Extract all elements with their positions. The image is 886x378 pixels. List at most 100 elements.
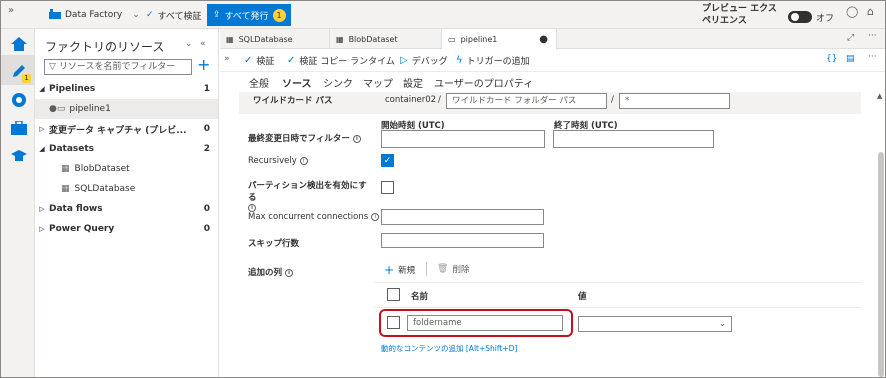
tree-label: Pipelines — [49, 84, 96, 94]
monitor-icon[interactable] — [10, 91, 28, 109]
tree-item-blobdataset[interactable]: ▦ BlobDataset — [35, 159, 218, 179]
check-icon: ✓ — [287, 55, 296, 66]
tree-group-datasets[interactable]: ◢ Datasets 2 — [35, 139, 218, 159]
partition-text: パーティション検出を有効にする — [248, 181, 367, 203]
factory-selector[interactable]: Data Factory ⌄ — [49, 8, 140, 22]
subtab-mapping[interactable]: マップ — [363, 75, 393, 90]
expanded-triangle-icon: ◢ — [39, 85, 45, 93]
dynamic-content-link[interactable]: 動的なコンテンツの追加 [Alt+Shift+D] — [381, 343, 517, 354]
tree-item-pipeline1[interactable]: ●▭ pipeline1 — [35, 99, 218, 119]
select-all-checkbox[interactable] — [387, 288, 400, 301]
more-options-icon[interactable]: ··· — [868, 52, 877, 62]
start-time-input[interactable] — [381, 130, 545, 148]
tree-group-power-query[interactable]: ▷ Power Query 0 — [35, 219, 218, 239]
info-icon[interactable]: i — [248, 204, 256, 212]
app-window: » Data Factory ⌄ ✓ すべて検証 ⇪ すべて発行 1 プレビュー… — [0, 0, 886, 378]
chevron-down-icon: ⌄ — [132, 10, 140, 20]
publish-count-badge: 1 — [272, 8, 286, 22]
code-icon[interactable]: {} — [826, 54, 837, 64]
validate-copy-runtime-button[interactable]: ✓ 検証 コピー ランタイム — [287, 54, 395, 67]
info-icon[interactable]: i — [371, 213, 380, 221]
collapse-panel-icon[interactable]: « — [200, 39, 206, 49]
add-trigger-button[interactable]: ϟ トリガーの追加 — [456, 54, 530, 67]
validate-button[interactable]: ✓ 検証 — [244, 54, 274, 67]
expand-icon[interactable]: ⤢ — [847, 33, 854, 43]
new-column-button[interactable]: + 新規 — [384, 263, 415, 277]
name-column-header: 名前 — [411, 292, 429, 302]
validate-label: 検証 — [256, 57, 275, 67]
end-time-input[interactable] — [553, 130, 714, 148]
skip-rows-input[interactable] — [381, 233, 544, 248]
info-icon[interactable]: i — [299, 157, 308, 165]
preview-toggle[interactable] — [788, 11, 812, 23]
learning-cap-icon[interactable] — [10, 147, 28, 165]
recursively-text: Recursively — [248, 156, 297, 166]
delete-label: 削除 — [452, 265, 470, 275]
collapsed-triangle-icon: ▷ — [39, 225, 45, 233]
tree-group-data-flows[interactable]: ▷ Data flows 0 — [35, 199, 218, 219]
subtab-sink[interactable]: シンク — [323, 75, 353, 90]
tree-count: 0 — [203, 204, 210, 214]
wildcard-folder-input[interactable]: ワイルドカード フォルダー パス — [446, 93, 607, 109]
preview-experience-label: プレビュー エクスペリエンス — [702, 4, 777, 26]
chevron-down-icon: ⌄ — [718, 319, 726, 329]
recursively-checkbox[interactable]: ✓ — [381, 154, 394, 167]
last-modified-text: 最終変更日時でフィルター — [248, 134, 350, 144]
more-options-icon[interactable]: ··· — [868, 31, 877, 41]
pipeline-icon: ●▭ — [49, 104, 66, 114]
resources-title: ファクトリのリソース — [45, 40, 165, 54]
author-badge: 1 — [22, 74, 31, 83]
check-icon: ✓ — [244, 55, 253, 66]
tree-item-sqldatabase[interactable]: ▦ SQLDatabase — [35, 179, 218, 199]
publish-all-button[interactable]: ⇪ すべて発行 1 — [207, 4, 291, 26]
partition-discovery-label: パーティション検出を有効にする i — [248, 179, 373, 213]
info-icon[interactable]: i — [285, 269, 294, 277]
activity-subtabs: 全般 ソース シンク マップ 設定 ユーザーのプロパティ — [220, 72, 885, 94]
subtab-user-properties[interactable]: ユーザーのプロパティ — [434, 75, 533, 90]
vertical-scrollbar[interactable]: ▲ — [876, 92, 885, 377]
properties-icon[interactable]: ▤ — [846, 54, 855, 64]
home-icon[interactable] — [10, 35, 28, 53]
resource-filter-input[interactable]: ▽ リソースを名前でフィルター — [44, 59, 192, 75]
tab-label: pipeline1 — [460, 35, 498, 44]
scrollbar-thumb[interactable] — [878, 152, 884, 377]
validate-all-label: すべて検証 — [157, 11, 202, 22]
manage-toolbox-icon[interactable] — [10, 119, 28, 137]
expand-activities-icon[interactable]: » — [224, 54, 230, 64]
tab-pipeline1[interactable]: ▭ pipeline1 ● — [442, 29, 557, 50]
tab-sqldatabase[interactable]: ▦ SQLDatabase — [220, 29, 330, 49]
value-column-header: 値 — [578, 292, 587, 302]
tree-group-pipelines[interactable]: ◢ Pipelines 1 — [35, 79, 218, 99]
tab-label: SQLDatabase — [238, 34, 293, 44]
wildcard-path-label: ワイルドカード パス — [253, 96, 333, 106]
wildcard-file-input[interactable]: * — [619, 93, 730, 109]
tree-group-change-data-capture[interactable]: ▷ 変更データ キャプチャ (プレビ... 0 — [35, 119, 218, 139]
subtab-settings[interactable]: 設定 — [403, 75, 423, 90]
wildcard-path-row: ワイルドカード パス container02 / ワイルドカード フォルダー パ… — [239, 92, 861, 114]
partition-discovery-checkbox[interactable] — [381, 181, 394, 194]
validate-all-button[interactable]: ✓ すべて検証 — [146, 8, 202, 22]
max-connections-input[interactable] — [381, 209, 544, 225]
info-icon[interactable]: i — [352, 135, 361, 143]
tab-blobdataset[interactable]: ▦ BlobDataset — [330, 29, 442, 49]
plus-icon: + — [384, 263, 395, 277]
subtab-general[interactable]: 全般 — [249, 75, 269, 90]
add-resource-button[interactable]: + — [197, 55, 210, 74]
delete-column-button[interactable]: 🗑 削除 — [437, 263, 469, 275]
play-icon: ▷ — [400, 55, 408, 66]
tree-count: 1 — [203, 84, 210, 94]
table-divider — [374, 307, 861, 308]
debug-button[interactable]: ▷ デバッグ — [400, 54, 448, 67]
expand-rail-icon[interactable]: » — [8, 5, 14, 16]
pipeline-icon: ▭ — [448, 35, 456, 44]
recursively-label: Recursively i — [248, 156, 308, 166]
pipeline-toolbar: » ✓ 検証 ✓ 検証 コピー ランタイム ▷ デバッグ ϟ トリガーの追加 {… — [220, 50, 885, 72]
collapse-all-icon[interactable]: ⌄ — [185, 39, 193, 49]
factory-resources-panel: ファクトリのリソース ⌄ « ▽ リソースを名前でフィルター + ◢ Pipel… — [35, 29, 219, 377]
dataset-table-icon: ▦ — [226, 34, 234, 44]
additional-columns-text: 追加の列 — [248, 268, 283, 278]
column-value-select[interactable]: ⌄ — [578, 316, 732, 332]
scroll-up-icon[interactable]: ▲ — [877, 92, 882, 100]
help-icon[interactable]: ⌂ — [867, 5, 874, 18]
refresh-icon[interactable]: ◯ — [846, 5, 858, 18]
